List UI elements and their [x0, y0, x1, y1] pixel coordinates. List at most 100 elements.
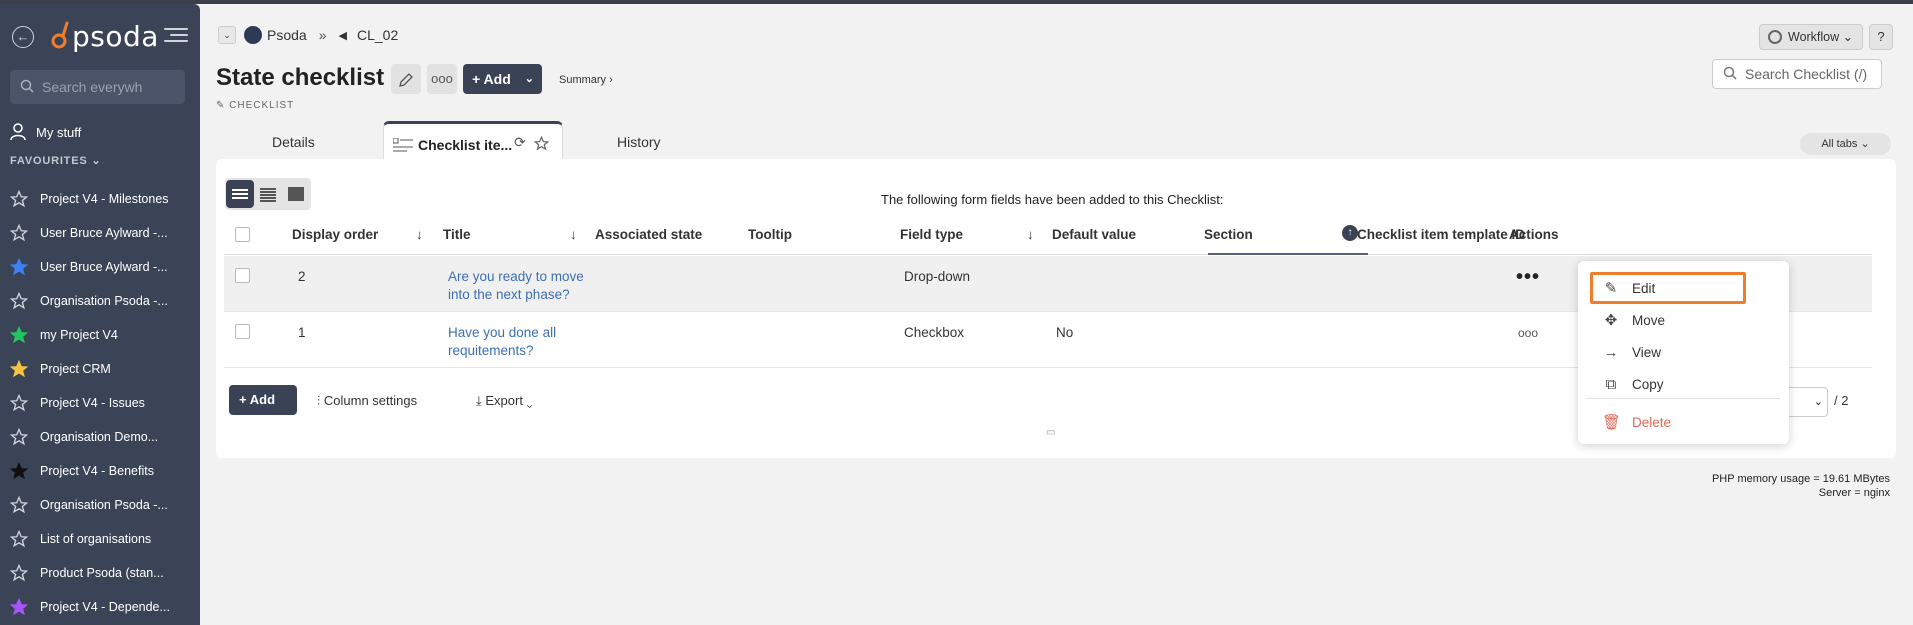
menu-delete-label: Delete — [1632, 414, 1672, 430]
breadcrumb-root[interactable]: Psoda — [267, 27, 307, 43]
menu-delete[interactable]: 🗑 Delete — [1602, 411, 1671, 433]
sort-down-arrow-icon[interactable]: ↓ — [1027, 227, 1034, 242]
row-checkbox[interactable] — [235, 268, 250, 283]
star-icon[interactable] — [10, 360, 28, 378]
breadcrumb-dropdown-button[interactable]: ⌄ — [218, 26, 236, 44]
col-template-id[interactable]: Checklist item template ID — [1357, 227, 1525, 242]
tab-checklist-items-label: Checklist ite... — [418, 137, 513, 153]
summary-link[interactable]: Summary › — [559, 74, 613, 86]
header-add-button[interactable]: + Add ⌄ — [463, 64, 542, 94]
favourite-item[interactable]: User Bruce Aylward -... — [10, 250, 190, 284]
col-associated-state[interactable]: Associated state — [595, 227, 702, 242]
favourite-item[interactable]: Project V4 - Milestones — [10, 182, 190, 216]
menu-collapse-icon[interactable] — [164, 28, 188, 46]
col-section[interactable]: Section — [1204, 227, 1253, 242]
workflow-button[interactable]: Workflow ⌄ — [1759, 24, 1863, 50]
favourite-item[interactable]: my Project V4 — [10, 318, 190, 352]
favourite-item[interactable]: Project CRM — [10, 352, 190, 386]
col-field-type[interactable]: Field type — [900, 227, 963, 242]
col-tooltip[interactable]: Tooltip — [748, 227, 792, 242]
cell-title-link[interactable]: Have you done all requitements? — [448, 324, 598, 360]
page-total: / 2 — [1834, 393, 1849, 408]
global-search-input[interactable]: Search everywh — [10, 70, 185, 104]
page-select[interactable]: ⌄ — [1786, 387, 1828, 417]
my-stuff-link[interactable]: My stuff — [10, 120, 81, 144]
star-icon[interactable] — [10, 496, 28, 514]
star-icon[interactable] — [10, 598, 28, 616]
favourite-item[interactable]: Project V4 - Issues — [10, 386, 190, 420]
row-actions-icon[interactable]: ooo — [1518, 326, 1538, 340]
psoda-logo[interactable]: psoda — [48, 18, 159, 54]
refresh-icon[interactable]: ⟳ — [514, 134, 526, 151]
cell-field-type: Drop-down — [904, 269, 971, 284]
pencil-icon — [399, 72, 413, 87]
star-icon[interactable] — [10, 190, 28, 208]
breadcrumb-current[interactable]: CL_02 — [357, 27, 398, 43]
favourite-item[interactable]: Project V4 - Depende... — [10, 590, 190, 624]
view-dense-icon[interactable] — [282, 180, 310, 208]
view-compact-icon[interactable] — [254, 180, 282, 208]
search-icon — [20, 70, 34, 116]
workflow-icon — [1768, 30, 1782, 44]
cell-title-link[interactable]: Are you ready to move into the next phas… — [448, 268, 598, 304]
star-icon[interactable] — [10, 530, 28, 548]
all-tabs-button[interactable]: All tabs ⌄ — [1800, 133, 1891, 155]
help-button[interactable]: ? — [1869, 24, 1893, 50]
panel-note: The following form fields have been adde… — [881, 192, 1224, 207]
star-icon[interactable] — [10, 326, 28, 344]
resize-handle-icon[interactable]: ▭ — [1046, 427, 1055, 438]
more-options-button[interactable]: ooo — [427, 64, 457, 94]
col-default-value[interactable]: Default value — [1052, 227, 1136, 242]
star-icon[interactable] — [10, 428, 28, 446]
favourite-item[interactable]: Product Psoda (stan... — [10, 556, 190, 590]
sort-up-circle-icon[interactable]: ↑ — [1342, 225, 1358, 241]
star-icon[interactable] — [534, 136, 549, 151]
favourite-item[interactable]: List of organisations — [10, 522, 190, 556]
star-icon[interactable] — [10, 462, 28, 480]
sort-down-arrow-icon[interactable]: ↓ — [570, 227, 577, 242]
favourite-item[interactable]: Organisation Psoda -... — [10, 488, 190, 522]
favourite-item[interactable]: User Bruce Aylward -... — [10, 216, 190, 250]
star-icon[interactable] — [10, 258, 28, 276]
caret-left-icon[interactable]: ◀ — [339, 29, 347, 42]
favourites-header[interactable]: FAVOURITES ⌄ — [10, 154, 101, 167]
view-comfortable-icon[interactable] — [226, 180, 254, 208]
checklist-icon: ✎ — [216, 100, 230, 111]
footer-add-button[interactable]: + Add — [229, 385, 297, 415]
arrow-right-icon: → — [1603, 343, 1619, 361]
star-icon[interactable] — [10, 394, 28, 412]
star-icon[interactable] — [10, 564, 28, 582]
favourite-item-label: Product Psoda (stan... — [40, 566, 164, 580]
favourite-item[interactable]: Organisation Psoda -... — [10, 284, 190, 318]
memory-usage: PHP memory usage = 19.61 MBytes — [1711, 473, 1890, 485]
sidebar: ← psoda Search everywh My stuff FAVOURIT… — [0, 4, 200, 625]
col-title-label: Title — [443, 227, 471, 242]
menu-edit[interactable]: ✎ Edit — [1602, 277, 1656, 299]
tab-checklist-items[interactable]: Checklist ite... ⟳ — [383, 121, 563, 159]
ellipsis-icon: ooo — [431, 71, 453, 86]
col-title[interactable]: Title — [443, 227, 471, 242]
favourite-item[interactable]: Project V4 - Benefits — [10, 454, 190, 488]
select-all-checkbox[interactable] — [235, 227, 250, 242]
row-actions-icon[interactable]: ••• — [1516, 266, 1540, 289]
star-icon[interactable] — [10, 292, 28, 310]
tab-history[interactable]: History — [617, 134, 661, 150]
menu-view[interactable]: → View — [1602, 341, 1662, 363]
menu-copy[interactable]: ⧉ Copy — [1602, 373, 1664, 395]
plus-icon: + — [239, 392, 250, 407]
checklist-search-input[interactable]: Search Checklist (/) — [1712, 59, 1882, 89]
back-arrow-icon[interactable]: ← — [12, 26, 34, 48]
export-button[interactable]: ⤓ Export ⌄ — [476, 393, 533, 409]
menu-move[interactable]: ✥ Move — [1602, 309, 1665, 331]
main-content: ⌄ Psoda » ◀ CL_02 State checklist ooo + … — [200, 4, 1913, 625]
column-settings-button[interactable]: ⫶ Column settings — [317, 393, 417, 409]
favourite-item[interactable]: Organisation Demo... — [10, 420, 190, 454]
export-label: Export — [485, 393, 523, 408]
sort-down-arrow-icon[interactable]: ↓ — [416, 227, 423, 242]
logo-text: psoda — [72, 19, 159, 53]
row-checkbox[interactable] — [235, 324, 250, 339]
col-display-order[interactable]: Display order — [292, 227, 378, 242]
edit-title-button[interactable] — [391, 64, 421, 94]
star-icon[interactable] — [10, 224, 28, 242]
tab-details[interactable]: Details — [272, 134, 315, 150]
